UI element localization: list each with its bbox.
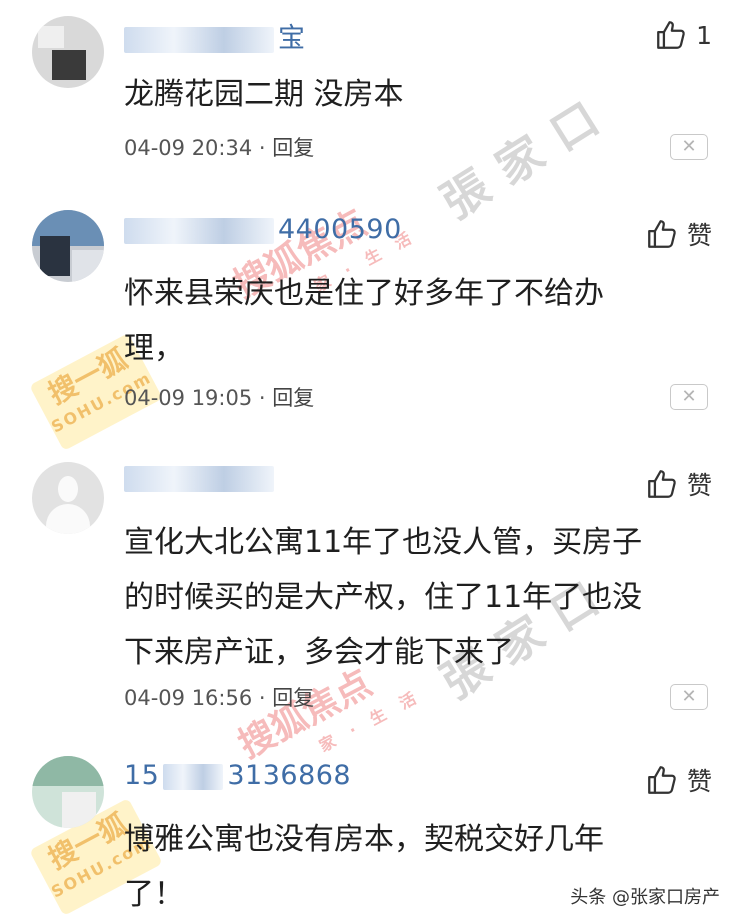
- close-icon[interactable]: ✕: [670, 684, 708, 710]
- like-button[interactable]: 赞: [645, 762, 712, 798]
- username[interactable]: 15 3136868: [124, 760, 351, 791]
- close-icon[interactable]: ✕: [670, 134, 708, 160]
- like-label: 赞: [686, 471, 712, 500]
- username[interactable]: [124, 462, 278, 493]
- comment-date: 04-09 19:05: [124, 386, 253, 410]
- avatar[interactable]: [32, 756, 104, 828]
- avatar[interactable]: [32, 16, 104, 88]
- like-label: 赞: [686, 221, 712, 250]
- comment-date: 04-09 16:56: [124, 686, 253, 710]
- username[interactable]: 宝: [124, 16, 306, 55]
- like-button[interactable]: 1: [654, 18, 712, 52]
- thumbs-up-icon: [648, 766, 676, 794]
- comment-meta: 04-09 20:34 · 回复: [124, 136, 315, 160]
- like-count: 1: [696, 20, 712, 50]
- thumbs-up-icon: [648, 220, 676, 248]
- reply-button[interactable]: 回复: [272, 136, 314, 160]
- like-button[interactable]: 赞: [645, 466, 712, 502]
- comment-text: 龙腾花园二期 没房本: [124, 77, 404, 112]
- like-button[interactable]: 赞: [645, 216, 712, 252]
- avatar[interactable]: [32, 462, 104, 534]
- username[interactable]: 4400590: [124, 214, 402, 245]
- thumbs-up-icon: [657, 21, 685, 49]
- comment-text: 怀来县荣庆也是住了好多年了不给办 理，: [124, 276, 604, 366]
- comment-meta: 04-09 19:05 · 回复: [124, 386, 315, 410]
- avatar[interactable]: [32, 210, 104, 282]
- comment-text: 宣化大北公寓11年了也没人管，买房子 的时候买的是大产权，住了11年了也没 下来…: [124, 525, 643, 670]
- comment-meta: 04-09 16:56 · 回复: [124, 686, 315, 710]
- like-label: 赞: [686, 767, 712, 796]
- reply-button[interactable]: 回复: [272, 386, 314, 410]
- footer-credit: 头条 @张家口房产: [570, 887, 720, 908]
- thumbs-up-icon: [648, 470, 676, 498]
- comment-date: 04-09 20:34: [124, 136, 253, 160]
- close-icon[interactable]: ✕: [670, 384, 708, 410]
- reply-button[interactable]: 回复: [272, 686, 314, 710]
